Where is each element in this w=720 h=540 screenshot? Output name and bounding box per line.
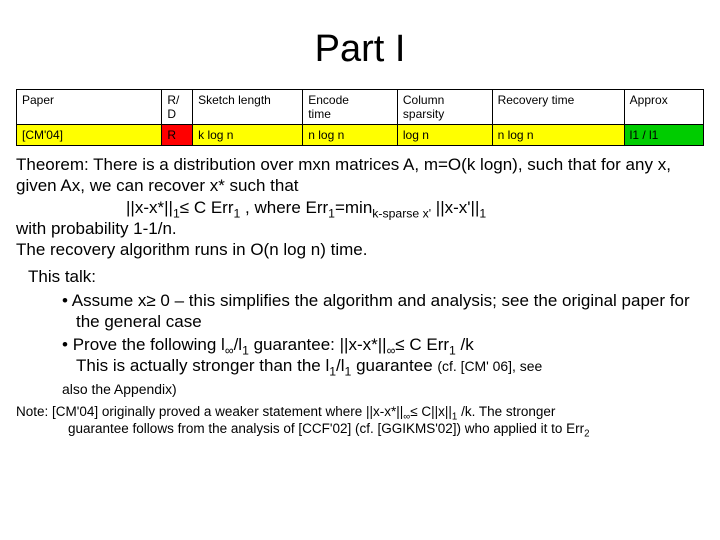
bullet-2-cont: also the Appendix) (28, 381, 704, 398)
col-sketch: Sketch length (193, 90, 303, 125)
cell-sketch: k log n (193, 125, 303, 146)
cell-paper: [CM'04] (17, 125, 162, 146)
footnote: Note: [CM'04] originally proved a weaker… (16, 404, 704, 438)
table-row: [CM'04] R k log n n log n log n n log n … (17, 125, 704, 146)
theorem-line3: with probability 1-1/n. (16, 219, 177, 238)
bullet-2: Prove the following l∞/l1 guarantee: ||x… (62, 334, 704, 377)
talk-bullets: Assume x≥ 0 – this simplifies the algori… (28, 290, 704, 377)
col-rd: R/D (162, 90, 193, 125)
theorem-line4: The recovery algorithm runs in O(n log n… (16, 240, 367, 259)
body-text: Theorem: There is a distribution over mx… (16, 154, 704, 398)
table-header-row: Paper R/D Sketch length Encodetime Colum… (17, 90, 704, 125)
col-paper: Paper (17, 90, 162, 125)
col-approx: Approx (624, 90, 703, 125)
cell-approx: l1 / l1 (624, 125, 703, 146)
talk-block: This talk: Assume x≥ 0 – this simplifies… (16, 266, 704, 398)
slide-title: Part I (0, 0, 720, 89)
cell-sparsity: log n (397, 125, 492, 146)
comparison-table: Paper R/D Sketch length Encodetime Colum… (16, 89, 704, 146)
col-encode: Encodetime (303, 90, 398, 125)
talk-heading: This talk: (28, 267, 96, 286)
col-sparsity: Columnsparsity (397, 90, 492, 125)
theorem-line1: Theorem: There is a distribution over mx… (16, 155, 671, 195)
theorem-block: Theorem: There is a distribution over mx… (16, 154, 704, 260)
theorem-equation: ||x-x*||1≤ C Err1 , where Err1=mink-spar… (16, 198, 486, 217)
slide: Part I Paper R/D Sketch length Encodetim… (0, 0, 720, 540)
col-recovery: Recovery time (492, 90, 624, 125)
cell-encode: n log n (303, 125, 398, 146)
cell-recovery: n log n (492, 125, 624, 146)
cell-rd: R (162, 125, 193, 146)
bullet-1: Assume x≥ 0 – this simplifies the algori… (62, 290, 704, 333)
